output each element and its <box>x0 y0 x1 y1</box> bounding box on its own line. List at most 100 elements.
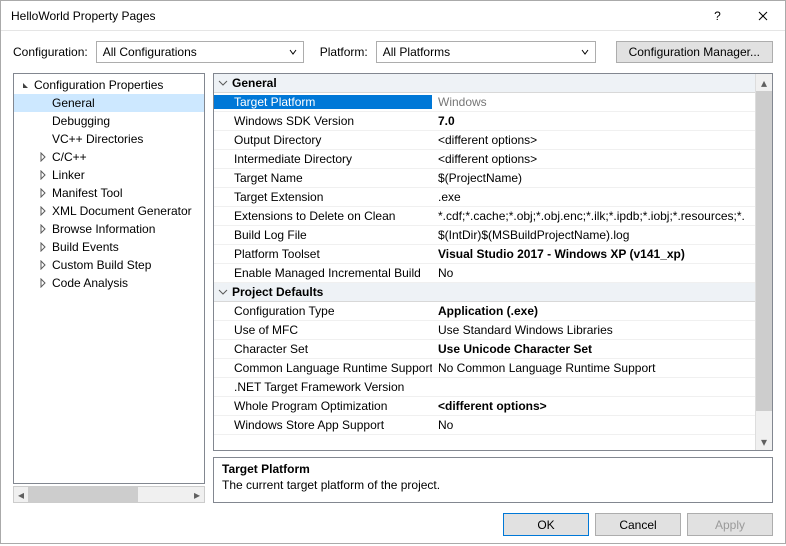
right-pane: GeneralTarget PlatformWindowsWindows SDK… <box>213 73 773 503</box>
grid-row[interactable]: .NET Target Framework Version <box>214 378 755 397</box>
cancel-button[interactable]: Cancel <box>595 513 681 536</box>
grid-row[interactable]: Platform ToolsetVisual Studio 2017 - Win… <box>214 245 755 264</box>
grid-row[interactable]: Build Log File$(IntDir)$(MSBuildProjectN… <box>214 226 755 245</box>
grid-row[interactable]: Target Name$(ProjectName) <box>214 169 755 188</box>
tree-item[interactable]: VC++ Directories <box>14 130 204 148</box>
window-title: HelloWorld Property Pages <box>11 9 695 23</box>
expand-icon[interactable] <box>36 242 50 252</box>
grid-row-value[interactable]: No Common Language Runtime Support <box>432 361 755 375</box>
configuration-value: All Configurations <box>103 45 285 59</box>
tree-label: Custom Build Step <box>50 258 151 272</box>
tree-item[interactable]: General <box>14 94 204 112</box>
scroll-left-icon[interactable]: ◂ <box>14 487 28 502</box>
grid-row[interactable]: Output Directory<different options> <box>214 131 755 150</box>
grid-row-name: Build Log File <box>214 228 432 242</box>
grid-row-value[interactable]: 7.0 <box>432 114 755 128</box>
grid-row-value[interactable]: $(ProjectName) <box>432 171 755 185</box>
grid-row-value[interactable]: No <box>432 418 755 432</box>
ok-button[interactable]: OK <box>503 513 589 536</box>
description-title: Target Platform <box>222 462 764 476</box>
property-grid-body[interactable]: General Target PlatformWindowsWindows SDK… <box>214 74 755 450</box>
collapse-icon[interactable] <box>214 78 232 88</box>
grid-row-value[interactable]: $(IntDir)$(MSBuildProjectName).log <box>432 228 755 242</box>
grid-row-value[interactable]: Use Unicode Character Set <box>432 342 755 356</box>
grid-row-value[interactable]: <different options> <box>432 399 755 413</box>
grid-row-value[interactable]: <different options> <box>432 133 755 147</box>
tree-label: General <box>50 96 95 110</box>
titlebar: HelloWorld Property Pages ? <box>1 1 785 31</box>
grid-row[interactable]: Use of MFCUse Standard Windows Libraries <box>214 321 755 340</box>
grid-section-title: General <box>232 76 277 90</box>
tree-label: Manifest Tool <box>50 186 122 200</box>
tree-label: XML Document Generator <box>50 204 192 218</box>
tree-item[interactable]: Custom Build Step <box>14 256 204 274</box>
grid-row-name: Intermediate Directory <box>214 152 432 166</box>
collapse-icon[interactable] <box>214 287 232 297</box>
grid-row-value[interactable]: Use Standard Windows Libraries <box>432 323 755 337</box>
grid-row[interactable]: Configuration TypeApplication (.exe) <box>214 302 755 321</box>
grid-row-value[interactable]: *.cdf;*.cache;*.obj;*.obj.enc;*.ilk;*.ip… <box>432 209 755 223</box>
grid-row[interactable]: Target Extension.exe <box>214 188 755 207</box>
grid-row-value[interactable]: .exe <box>432 190 755 204</box>
tree-horizontal-scrollbar[interactable]: ◂ ▸ <box>13 486 205 503</box>
apply-button[interactable]: Apply <box>687 513 773 536</box>
scroll-up-icon[interactable]: ▴ <box>756 74 772 91</box>
tree-label: Code Analysis <box>50 276 128 290</box>
expand-icon[interactable] <box>36 224 50 234</box>
expand-icon[interactable] <box>36 206 50 216</box>
expand-icon[interactable] <box>36 152 50 162</box>
grid-row-name: .NET Target Framework Version <box>214 380 432 394</box>
grid-row[interactable]: Windows Store App SupportNo <box>214 416 755 435</box>
configuration-label: Configuration: <box>13 45 88 59</box>
configuration-manager-button[interactable]: Configuration Manager... <box>616 41 773 63</box>
scroll-right-icon[interactable]: ▸ <box>190 487 204 502</box>
grid-section-header[interactable]: General <box>214 74 755 93</box>
scrollbar-thumb[interactable] <box>28 487 138 502</box>
grid-section-header[interactable]: Project Defaults <box>214 283 755 302</box>
tree-item[interactable]: Manifest Tool <box>14 184 204 202</box>
expand-icon[interactable] <box>18 80 32 90</box>
platform-combo[interactable]: All Platforms <box>376 41 596 63</box>
grid-row-value[interactable]: No <box>432 266 755 280</box>
grid-row[interactable]: Intermediate Directory<different options… <box>214 150 755 169</box>
expand-icon[interactable] <box>36 170 50 180</box>
close-icon <box>758 11 768 21</box>
tree-label: VC++ Directories <box>50 132 143 146</box>
tree-item[interactable]: Code Analysis <box>14 274 204 292</box>
tree-item[interactable]: Browse Information <box>14 220 204 238</box>
grid-row-name: Target Extension <box>214 190 432 204</box>
tree-item[interactable]: Debugging <box>14 112 204 130</box>
tree-item[interactable]: XML Document Generator <box>14 202 204 220</box>
scrollbar-thumb[interactable] <box>756 91 772 411</box>
property-grid: General Target PlatformWindowsWindows SDK… <box>213 73 773 451</box>
scroll-down-icon[interactable]: ▾ <box>756 433 772 450</box>
grid-row[interactable]: Extensions to Delete on Clean*.cdf;*.cac… <box>214 207 755 226</box>
grid-row-value[interactable]: Visual Studio 2017 - Windows XP (v141_xp… <box>432 247 755 261</box>
grid-row-name: Whole Program Optimization <box>214 399 432 413</box>
grid-row[interactable]: Common Language Runtime SupportNo Common… <box>214 359 755 378</box>
property-tree[interactable]: Configuration Properties General Debugging… <box>13 73 205 484</box>
expand-icon[interactable] <box>36 188 50 198</box>
grid-row[interactable]: Target PlatformWindows <box>214 93 755 112</box>
tree-item[interactable]: Linker <box>14 166 204 184</box>
expand-icon[interactable] <box>36 260 50 270</box>
grid-row-name: Character Set <box>214 342 432 356</box>
dialog-footer: OK Cancel Apply <box>1 503 785 546</box>
help-button[interactable]: ? <box>695 1 740 31</box>
tree-label: Configuration Properties <box>32 78 163 92</box>
expand-icon[interactable] <box>36 278 50 288</box>
tree-root[interactable]: Configuration Properties <box>14 76 204 94</box>
grid-row[interactable]: Whole Program Optimization<different opt… <box>214 397 755 416</box>
grid-vertical-scrollbar[interactable]: ▴ ▾ <box>755 74 772 450</box>
grid-row-value[interactable]: Windows <box>432 95 755 109</box>
grid-row-value[interactable]: Application (.exe) <box>432 304 755 318</box>
grid-row[interactable]: Enable Managed Incremental BuildNo <box>214 264 755 283</box>
tree-item[interactable]: C/C++ <box>14 148 204 166</box>
grid-row-value[interactable]: <different options> <box>432 152 755 166</box>
grid-row[interactable]: Windows SDK Version7.0 <box>214 112 755 131</box>
grid-row[interactable]: Character SetUse Unicode Character Set <box>214 340 755 359</box>
close-button[interactable] <box>740 1 785 31</box>
description-text: The current target platform of the proje… <box>222 478 764 492</box>
configuration-combo[interactable]: All Configurations <box>96 41 304 63</box>
tree-item[interactable]: Build Events <box>14 238 204 256</box>
